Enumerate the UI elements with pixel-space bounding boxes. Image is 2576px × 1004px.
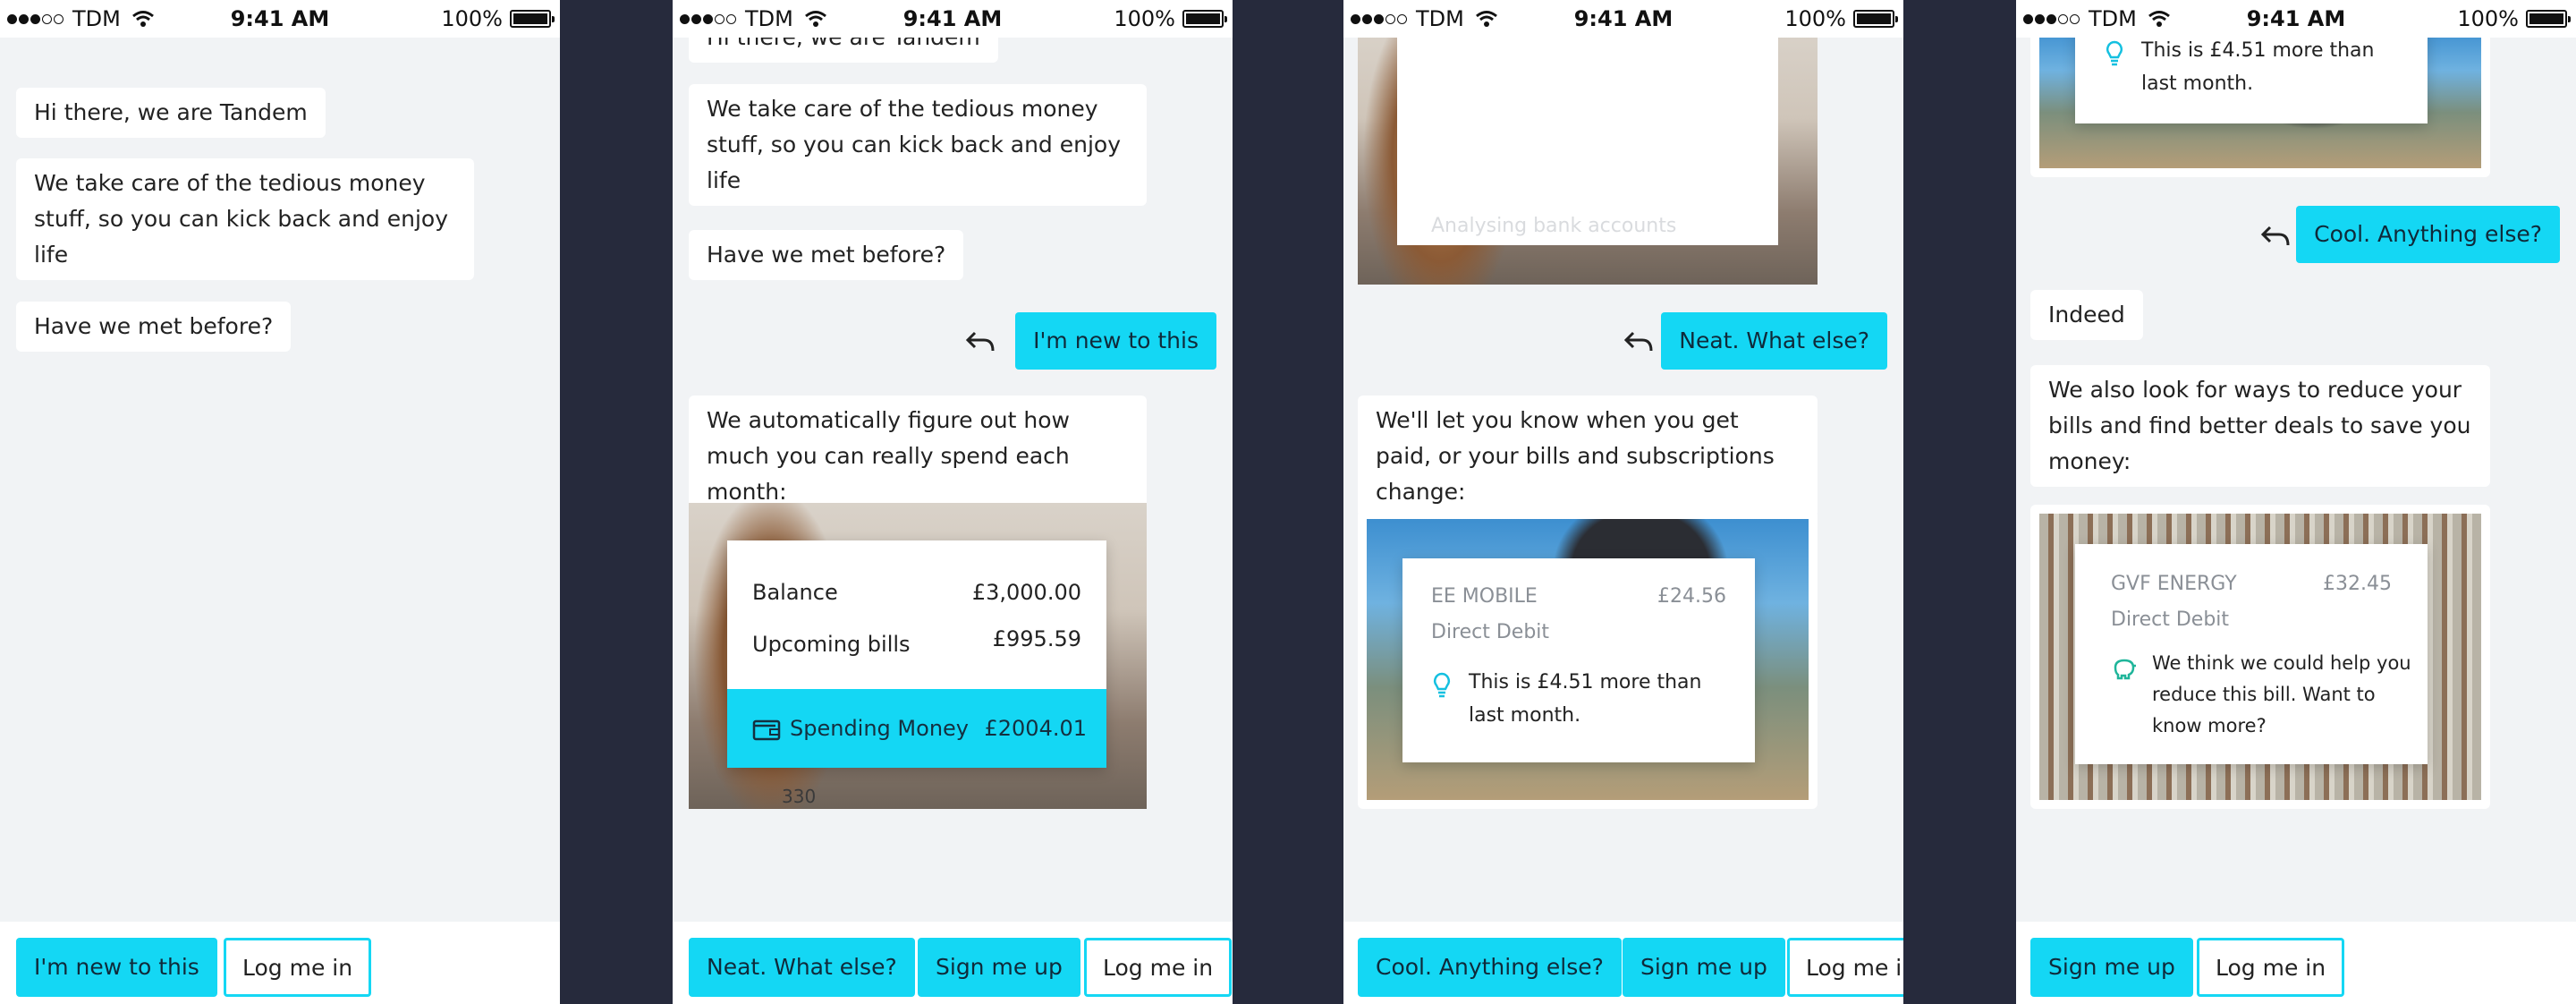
battery-percent: 100% xyxy=(441,6,503,31)
lifestyle-photo: This is £4.51 more than last month. xyxy=(2039,38,2481,168)
quick-reply-bar: Cool. Anything else? Sign me up Log me i… xyxy=(1343,922,1903,1004)
battery-icon xyxy=(510,10,555,28)
loading-panel: Analysing bank accounts xyxy=(1397,38,1778,245)
reply-arrow-icon xyxy=(2260,225,2290,246)
quick-reply-bar: Sign me up Log me in xyxy=(2016,922,2576,1004)
battery-percent: 100% xyxy=(1114,6,1175,31)
status-bar: TDM 9:41 AM 100% xyxy=(673,0,1233,38)
message-reduce-intro: We also look for ways to reduce your bil… xyxy=(2030,365,2490,487)
piggy-bank-icon xyxy=(2114,659,2136,680)
message-greeting: Hi there, we are Tandem xyxy=(689,38,998,63)
balance-label: Balance xyxy=(752,580,838,605)
reply-arrow-icon xyxy=(1623,331,1653,352)
message-question: Have we met before? xyxy=(689,230,964,280)
bill-amount: £24.56 xyxy=(1657,585,1726,608)
lifestyle-photo: 330 Balance £3,000.00 Upcoming bills £99… xyxy=(689,503,1147,809)
message-intro: We take care of the tedious money stuff,… xyxy=(689,84,1147,206)
balance-value: £3,000.00 xyxy=(971,580,1081,605)
reply-arrow-icon xyxy=(965,331,995,352)
balance-summary: Balance £3,000.00 Upcoming bills £995.59… xyxy=(727,540,1106,768)
energy-amount: £32.45 xyxy=(2323,573,2392,595)
energy-summary: GVF ENERGY £32.45 Direct Debit We think … xyxy=(2075,544,2428,764)
previous-note: This is £4.51 more than last month. xyxy=(2141,39,2375,95)
log-in-button[interactable]: Log me in xyxy=(1787,938,1903,997)
screen-welcome: TDM 9:41 AM 100% Hi there, we are Tandem… xyxy=(0,0,560,1004)
log-in-button[interactable]: Log me in xyxy=(1084,938,1233,997)
log-in-button[interactable]: Log me in xyxy=(224,938,372,997)
previous-note-panel: This is £4.51 more than last month. xyxy=(2075,38,2428,123)
screen-notifications: TDM 9:41 AM 100% Analysing bank accounts… xyxy=(1343,0,1903,1004)
battery-percent: 100% xyxy=(1784,6,1846,31)
battery-icon xyxy=(2526,10,2571,28)
energy-note: We think we could help you reduce this b… xyxy=(2152,652,2411,736)
lightbulb-icon xyxy=(1434,672,1450,698)
bill-merchant: EE MOBILE xyxy=(1431,585,1538,608)
bill-note: This is £4.51 more than last month. xyxy=(1469,671,1702,727)
spending-money-row: Spending Money £2004.01 xyxy=(727,689,1106,768)
chat-thread: Hi there, we are Tandem We take care of … xyxy=(673,38,1233,922)
chat-thread: Analysing bank accounts Neat. What else?… xyxy=(1343,38,1903,922)
bill-card: EE MOBILE £24.56 Direct Debit This is £4… xyxy=(1358,510,1818,809)
sign-up-button[interactable]: Sign me up xyxy=(918,938,1080,997)
user-reply: Cool. Anything else? xyxy=(2296,206,2560,263)
quick-reply-bar: Neat. What else? Sign me up Log me in xyxy=(673,922,1233,1004)
bills-value: £995.59 xyxy=(992,626,1081,651)
bill-type: Direct Debit xyxy=(1431,621,1550,643)
photo-caption: 330 xyxy=(782,786,817,807)
message-notify-intro: We'll let you know when you get paid, or… xyxy=(1358,396,1818,517)
anything-else-button[interactable]: Cool. Anything else? xyxy=(1358,938,1622,997)
bills-label: Upcoming bills xyxy=(752,632,911,657)
screen-savings: TDM 9:41 AM 100% This is £4.51 more than… xyxy=(2016,0,2576,1004)
spending-value: £2004.01 xyxy=(984,716,1087,741)
battery-percent: 100% xyxy=(2457,6,2519,31)
previous-bill-card: This is £4.51 more than last month. xyxy=(2030,38,2490,177)
user-reply: Neat. What else? xyxy=(1661,312,1887,370)
message-intro: We take care of the tedious money stuff,… xyxy=(16,158,474,280)
wallet-icon xyxy=(752,719,781,741)
status-bar: TDM 9:41 AM 100% xyxy=(2016,0,2576,38)
user-reply: I'm new to this xyxy=(1015,312,1216,370)
log-in-button[interactable]: Log me in xyxy=(2197,938,2345,997)
lightbulb-icon xyxy=(2106,40,2123,66)
chat-thread: Hi there, we are Tandem We take care of … xyxy=(0,38,560,922)
bill-summary: EE MOBILE £24.56 Direct Debit This is £4… xyxy=(1402,558,1755,762)
neat-what-else-button[interactable]: Neat. What else? xyxy=(689,938,915,997)
screen-spending: TDM 9:41 AM 100% Hi there, we are Tandem… xyxy=(673,0,1233,1004)
quick-reply-bar: I'm new to this Log me in xyxy=(0,922,560,1004)
loading-text: Analysing bank accounts xyxy=(1431,215,1677,237)
new-to-this-button[interactable]: I'm new to this xyxy=(16,938,217,997)
chat-thread: This is £4.51 more than last month. Cool… xyxy=(2016,38,2576,922)
lifestyle-photo: Analysing bank accounts xyxy=(1358,38,1818,285)
spending-label: Spending Money xyxy=(790,716,969,741)
message-indeed: Indeed xyxy=(2030,290,2143,340)
sign-up-button[interactable]: Sign me up xyxy=(1623,938,1785,997)
status-bar: TDM 9:41 AM 100% xyxy=(0,0,560,38)
energy-type: Direct Debit xyxy=(2111,608,2230,631)
loading-card: Analysing bank accounts xyxy=(1358,38,1818,285)
battery-icon xyxy=(1853,10,1898,28)
energy-merchant: GVF ENERGY xyxy=(2111,573,2237,595)
sign-up-button[interactable]: Sign me up xyxy=(2030,938,2193,997)
balance-card: 330 Balance £3,000.00 Upcoming bills £99… xyxy=(689,503,1147,809)
energy-card: GVF ENERGY £32.45 Direct Debit We think … xyxy=(2030,505,2490,809)
message-question: Have we met before? xyxy=(16,302,292,352)
lifestyle-photo: GVF ENERGY £32.45 Direct Debit We think … xyxy=(2039,514,2481,800)
message-greeting: Hi there, we are Tandem xyxy=(16,88,326,138)
battery-icon xyxy=(1182,10,1227,28)
message-spend-intro: We automatically figure out how much you… xyxy=(689,396,1147,517)
status-bar: TDM 9:41 AM 100% xyxy=(1343,0,1903,38)
lifestyle-photo: EE MOBILE £24.56 Direct Debit This is £4… xyxy=(1367,519,1809,800)
